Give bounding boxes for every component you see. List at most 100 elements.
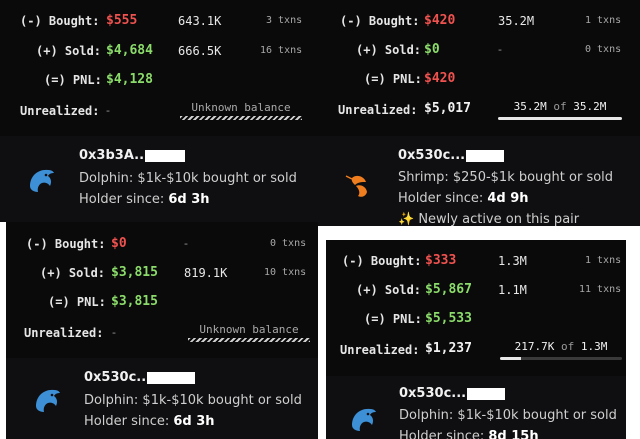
balance-ratio: 35.2M of 35.2M [498, 100, 622, 113]
bought-txns: 1 txns [585, 15, 622, 26]
trader-popover-top-left: (-) Bought: $555 643.1K 3 txns (+) Sold:… [0, 0, 318, 222]
holder-since-label: Holder since: [84, 414, 174, 429]
pnl-value: $3,815 [111, 294, 158, 309]
address-redaction [466, 149, 505, 162]
sold-label: (+) Sold: [356, 283, 422, 297]
holder-since: Holder since: 8d 15h [399, 429, 539, 439]
unrealized-value: - [112, 326, 116, 339]
balance-bar [498, 117, 622, 120]
holder-since-label: Holder since: [79, 192, 169, 207]
pnl-value: $5,533 [425, 311, 472, 326]
balance-bar-unknown [180, 116, 302, 120]
newly-active-note: ✨ Newly active on this pair [398, 212, 580, 226]
pnl-label: (=) PNL: [364, 72, 422, 86]
pnl-label: (=) PNL: [48, 295, 106, 309]
trader-card[interactable]: 0x530c... Shrimp: $250-$1k bought or sol… [318, 136, 640, 226]
wallet-address[interactable]: 0x530c... [399, 386, 506, 401]
sold-value: $5,867 [425, 282, 472, 297]
trader-tier: Dolphin: $1k-$10k bought or sold [79, 171, 297, 186]
wallet-address[interactable]: 0x530c.. [84, 370, 196, 385]
trader-popover-bottom-right: (-) Bought: $333 1.3M 1 txns (+) Sold: $… [326, 240, 626, 439]
balance-ratio: 217.7K of 1.3M [500, 340, 622, 353]
sold-label: (+) Sold: [40, 266, 106, 280]
dolphin-icon [30, 169, 54, 192]
bought-amount: - [184, 237, 188, 250]
address-redaction [145, 149, 186, 162]
holder-since-value: 6d 3h [168, 192, 210, 207]
holder-since-label: Holder since: [398, 191, 488, 206]
balance-bar-fill [498, 117, 622, 120]
dolphin-icon [36, 389, 60, 412]
wallet-address-text: 0x530c... [398, 148, 466, 163]
balance-bar [500, 357, 622, 360]
sold-txns: 11 txns [579, 284, 622, 295]
balance-total: 35.2M [573, 100, 607, 113]
unrealized-value: $5,017 [424, 101, 471, 116]
unknown-balance-text: Unknown balance [191, 101, 291, 114]
sold-value: $4,684 [106, 43, 153, 58]
sold-txns: 10 txns [264, 267, 307, 278]
trader-popover-top-right: (-) Bought: $420 35.2M 1 txns (+) Sold: … [318, 0, 640, 226]
sold-txns: 0 txns [585, 44, 622, 55]
balance-current: 217.7K [514, 340, 555, 353]
address-redaction [147, 371, 196, 384]
holder-since: Holder since: 4d 9h [398, 191, 529, 206]
bought-label: (-) Bought: [26, 237, 106, 251]
sold-amount: 1.1M [498, 283, 527, 297]
bought-label: (-) Bought: [20, 14, 100, 28]
holder-since: Holder since: 6d 3h [84, 414, 215, 429]
bought-amount: 643.1K [178, 14, 222, 28]
trader-tier: Shrimp: $250-$1k bought or sold [398, 170, 614, 185]
balance-current: 35.2M [513, 100, 547, 113]
balance-bar-unknown [188, 338, 310, 342]
trader-popover-bottom-left: (-) Bought: $0 - 0 txns (+) Sold: $3,815… [6, 222, 318, 439]
address-redaction [467, 387, 506, 400]
bought-amount: 1.3M [498, 254, 527, 268]
unknown-balance-text: Unknown balance [199, 323, 299, 336]
balance-of: of [553, 100, 567, 113]
balance-of: of [561, 340, 575, 353]
bought-value: $0 [111, 236, 127, 251]
pnl-value: $420 [424, 71, 456, 86]
sold-label: (+) Sold: [36, 44, 102, 58]
holder-since-value: 6d 3h [173, 414, 215, 429]
bought-txns: 3 txns [266, 15, 303, 26]
unrealized-label: Unrealized: [338, 103, 418, 117]
trader-tier: Dolphin: $1k-$10k bought or sold [399, 408, 617, 423]
unrealized-label: Unrealized: [340, 343, 420, 357]
unrealized-label: Unrealized: [20, 104, 100, 118]
bought-label: (-) Bought: [340, 14, 420, 28]
pnl-value: $4,128 [106, 72, 153, 87]
trader-tier: Dolphin: $1k-$10k bought or sold [84, 393, 302, 408]
wallet-address[interactable]: 0x530c... [398, 148, 505, 163]
unrealized-value: $1,237 [425, 341, 472, 356]
bought-label: (-) Bought: [342, 254, 422, 268]
shrimp-icon [345, 175, 367, 197]
bought-value: $333 [425, 253, 457, 268]
balance-bar-fill [500, 357, 521, 360]
sold-value: $3,815 [111, 265, 158, 280]
sold-label: (+) Sold: [356, 43, 422, 57]
trader-card[interactable]: 0x3b3A.. Dolphin: $1k-$10k bought or sol… [0, 136, 318, 222]
pnl-label: (=) PNL: [364, 312, 422, 326]
unrealized-value: - [106, 104, 110, 117]
dolphin-icon [352, 408, 376, 431]
holder-since-value: 8d 15h [488, 429, 539, 439]
sold-amount: 666.5K [178, 44, 222, 58]
wallet-address-text: 0x3b3A.. [79, 148, 145, 163]
holder-since-value: 4d 9h [487, 191, 529, 206]
sold-amount: - [498, 43, 502, 56]
sold-amount: 819.1K [184, 266, 228, 280]
balance-total: 1.3M [580, 340, 608, 353]
bought-amount: 35.2M [498, 14, 535, 28]
trader-card[interactable]: 0x530c.. Dolphin: $1k-$10k bought or sol… [6, 358, 318, 439]
bought-value: $420 [424, 13, 456, 28]
trader-card[interactable]: 0x530c... Dolphin: $1k-$10k bought or so… [326, 376, 626, 439]
holder-since-label: Holder since: [399, 429, 489, 439]
bought-txns: 0 txns [270, 238, 307, 249]
wallet-address-text: 0x530c... [399, 386, 467, 401]
wallet-address[interactable]: 0x3b3A.. [79, 148, 186, 163]
bought-value: $555 [106, 13, 138, 28]
wallet-address-text: 0x530c.. [84, 370, 147, 385]
holder-since: Holder since: 6d 3h [79, 192, 210, 207]
